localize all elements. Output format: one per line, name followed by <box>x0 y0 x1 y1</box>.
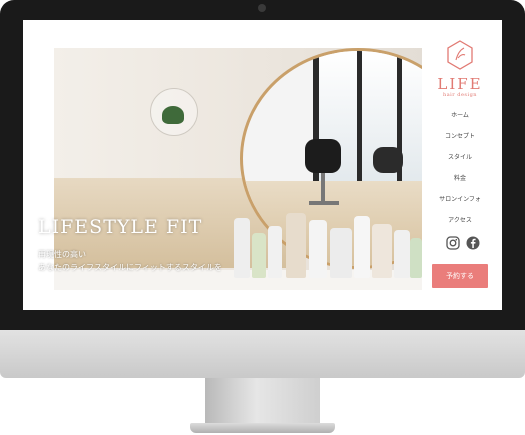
camera-icon <box>258 4 266 12</box>
instagram-icon[interactable] <box>446 236 460 250</box>
nav-item-home[interactable]: ホーム <box>425 110 495 119</box>
plant-icon <box>162 106 184 124</box>
nav-item-concept[interactable]: コンセプト <box>425 131 495 140</box>
hero-title: LIFESTYLE FIT <box>38 216 203 238</box>
brand-name[interactable]: LIFE <box>436 75 484 93</box>
product-bottle <box>286 213 306 278</box>
product-bottle <box>309 220 327 278</box>
facebook-icon[interactable] <box>466 236 480 250</box>
salon-chair <box>305 139 341 173</box>
product-bottle <box>394 230 410 278</box>
brand-tagline: hair design <box>442 92 478 98</box>
product-bottle <box>252 233 266 278</box>
nav-item-salon-info[interactable]: サロンインフォ <box>425 194 495 203</box>
website-screen: LIFESTYLE FIT 再現性の高い あなたのライフスタイルにフィットするス… <box>23 20 502 310</box>
nav-item-style[interactable]: スタイル <box>425 152 495 161</box>
nav-item-price[interactable]: 料金 <box>425 173 495 182</box>
logo-icon[interactable] <box>446 40 474 70</box>
monitor-base <box>190 423 335 433</box>
product-bottle <box>268 226 282 278</box>
hero-subtitle-line: あなたのライフスタイルにフィットするスタイルを <box>38 263 222 272</box>
monitor-chin <box>0 330 525 378</box>
hero-subtitle: 再現性の高い あなたのライフスタイルにフィットするスタイルを <box>38 248 222 274</box>
product-bottle <box>410 238 422 278</box>
product-bottle <box>372 224 392 278</box>
product-bottle <box>330 228 352 278</box>
monitor-stand <box>205 378 320 426</box>
product-bottle <box>234 218 250 278</box>
reserve-button[interactable]: 予約する <box>432 264 488 288</box>
product-bottle <box>354 216 370 278</box>
hero-subtitle-line: 再現性の高い <box>38 250 86 259</box>
nav-item-access[interactable]: アクセス <box>425 215 495 224</box>
